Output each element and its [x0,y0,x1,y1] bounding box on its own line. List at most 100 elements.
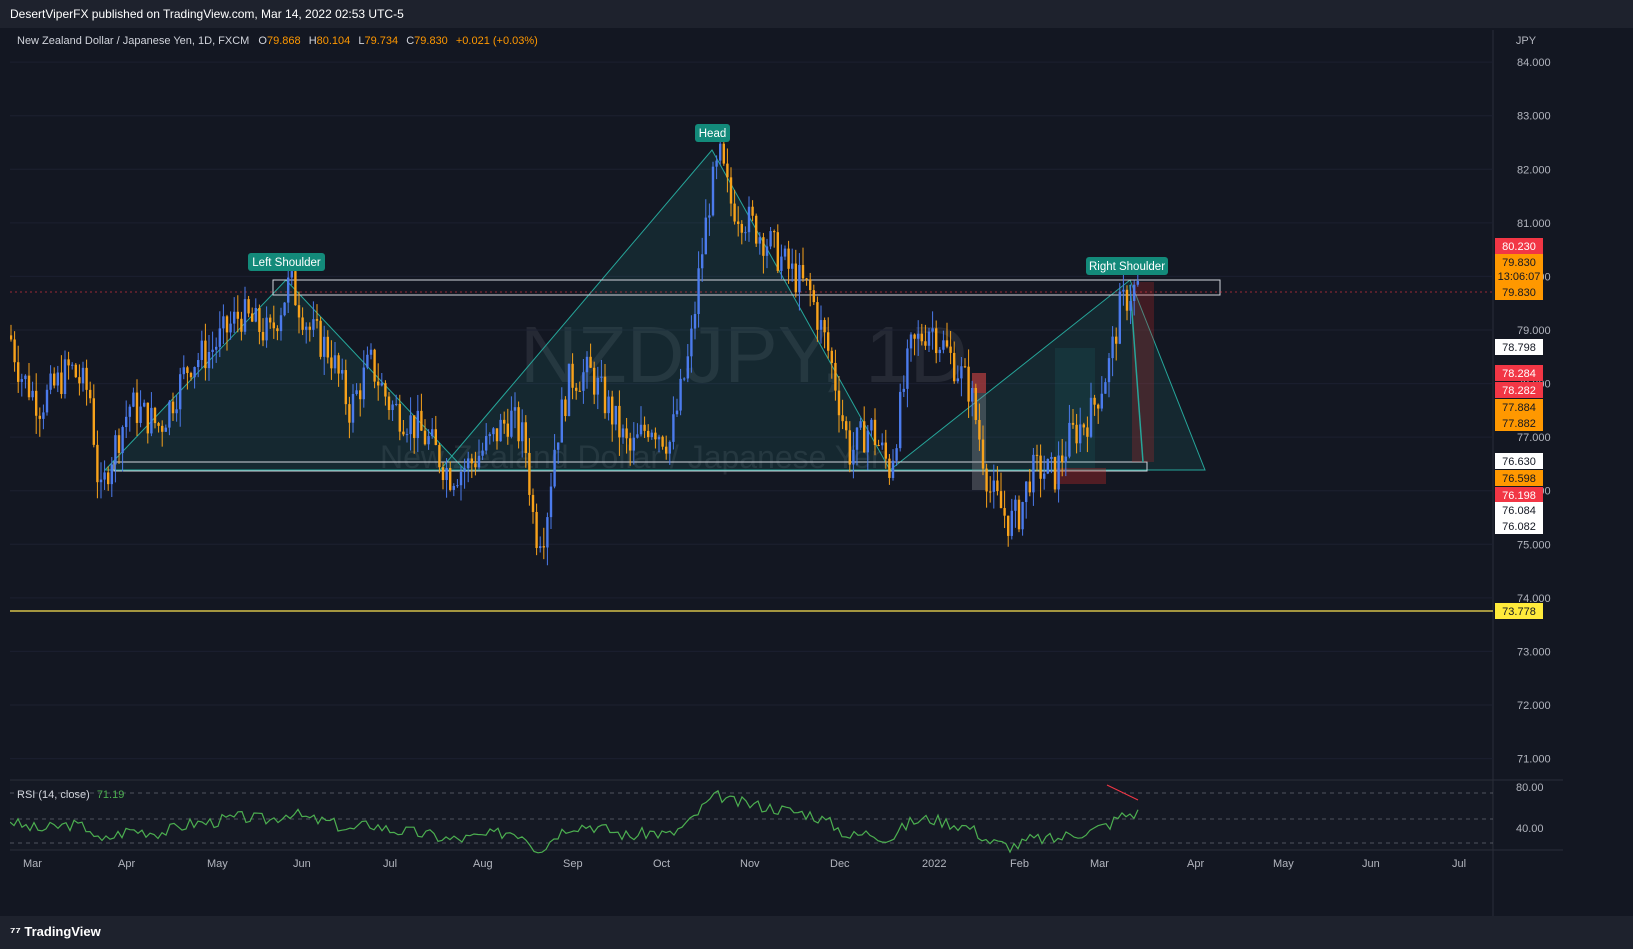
candle-body [380,383,383,386]
candle-body [974,387,977,420]
time-label: Oct [653,858,670,870]
candle-body [225,316,229,333]
candle-body [60,372,63,395]
candle-body [182,367,185,375]
price-badge: 78.284 [1502,368,1536,380]
candle-body [513,407,517,411]
price-tick-label: 84.000 [1517,57,1551,69]
candle-body [301,317,304,330]
candle-body [13,339,16,363]
candle-body [495,428,499,442]
time-label: 2022 [922,858,946,870]
price-badges: 80.230 79.830 13:06:07 79.830 78.798 78.284 78… [1495,238,1543,619]
candle-body [1046,458,1049,474]
candle-body [1122,289,1125,292]
candle-body [654,432,657,440]
candle-body [611,396,614,425]
price-badge: 77.884 [1502,402,1536,414]
candle-body [67,359,70,366]
chart-area[interactable]: NZDJPY, 1D New Zealand Dollar / Japanese… [9,30,1563,916]
candle-body [125,416,128,428]
rsi-pane[interactable] [10,780,1493,850]
candle-body [715,160,718,167]
candle-body [949,346,952,353]
candle-body [153,407,157,424]
candle-body [780,256,783,271]
candle-body [186,367,189,373]
candle-body [578,390,581,392]
candle-body [164,427,167,432]
candle-body [333,355,337,369]
candle-body [708,215,711,218]
candle-body [211,349,214,353]
candle-body [935,328,938,354]
candle-body [985,468,988,492]
time-label: Apr [1187,858,1204,870]
currency-label[interactable]: JPY [1516,35,1537,47]
candle-body [902,388,905,392]
candle-body [755,215,758,244]
candle-body [485,436,488,451]
measured-move-box[interactable] [1055,348,1095,468]
candle-body [927,331,931,346]
candle-body [521,422,524,442]
candle-body [600,376,603,378]
candle-body [283,302,286,316]
legend-open: 79.868 [267,35,301,47]
price-badge: 77.882 [1502,418,1536,430]
candle-body [920,333,923,342]
candle-body [585,356,589,373]
candle-body [657,436,661,440]
candle-body [197,360,200,368]
candle-body [549,486,553,518]
price-badge: 79.830 [1502,287,1536,299]
candle-body [326,336,329,358]
right-shoulder-label[interactable]: Right Shoulder [1086,257,1168,275]
candle-body [650,432,653,438]
legend[interactable]: New Zealand Dollar / Japanese Yen, 1D, F… [17,35,538,47]
candle-body [909,334,913,349]
candle-body [1118,291,1121,344]
candle-body [171,401,175,414]
candle-body [607,396,610,414]
candle-body [53,373,56,386]
risk-box[interactable] [1056,468,1106,484]
head-label[interactable]: Head [695,124,730,142]
tradingview-logo[interactable]: ⁷⁷ TradingView [10,924,101,939]
candle-body [1032,454,1035,493]
price-chart[interactable]: NZDJPY, 1D New Zealand Dollar / Japanese… [9,30,1563,916]
short-position-marker[interactable] [1132,282,1154,462]
left-shoulder-label[interactable]: Left Shoulder [248,253,325,271]
candle-body [143,402,146,407]
candle-body [215,346,218,350]
candle-body [416,410,419,439]
price-badge: 79.830 [1502,257,1536,269]
rsi-legend[interactable]: RSI (14, close) 71.19 [17,789,124,801]
candle-body [247,299,250,314]
candle-body [1089,397,1093,437]
price-tick-label: 82.000 [1517,164,1551,176]
candle-body [71,364,74,366]
candle-body [492,428,495,435]
stop-loss-marker[interactable] [972,373,986,393]
time-label: May [1273,858,1294,870]
candle-body [168,401,171,428]
candle-body [895,448,898,461]
candle-body [45,389,49,413]
candle-body [665,446,668,454]
price-badge: 76.630 [1502,456,1536,468]
candle-body [449,467,452,490]
candle-body [996,480,999,492]
time-axis[interactable]: Mar Apr May Jun Jul Aug Sep Oct Nov Dec 2022 Feb Mar… [23,858,1466,870]
candle-body [1057,455,1060,490]
candle-body [81,367,85,384]
candle-body [758,237,761,244]
candle-body [362,367,365,400]
candle-body [647,430,650,438]
candle-body [967,366,970,402]
candle-body [690,328,693,357]
candle-body [992,480,995,492]
candle-body [1082,424,1085,428]
candle-body [1064,456,1067,463]
candle-body [812,290,815,303]
